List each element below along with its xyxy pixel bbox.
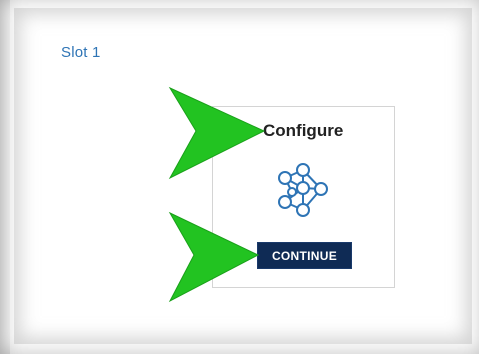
slot-label: Slot 1 <box>61 44 101 61</box>
continue-button[interactable]: CONTINUE <box>257 242 352 269</box>
neural-network-icon <box>278 163 328 217</box>
pointer-arrow-icon <box>168 211 260 303</box>
card-title: Configure <box>263 121 344 140</box>
window-left-edge <box>0 0 10 354</box>
app-window-frame: Slot 1 Configure CONTINUE <box>0 0 479 354</box>
pointer-arrow-icon <box>168 86 266 180</box>
